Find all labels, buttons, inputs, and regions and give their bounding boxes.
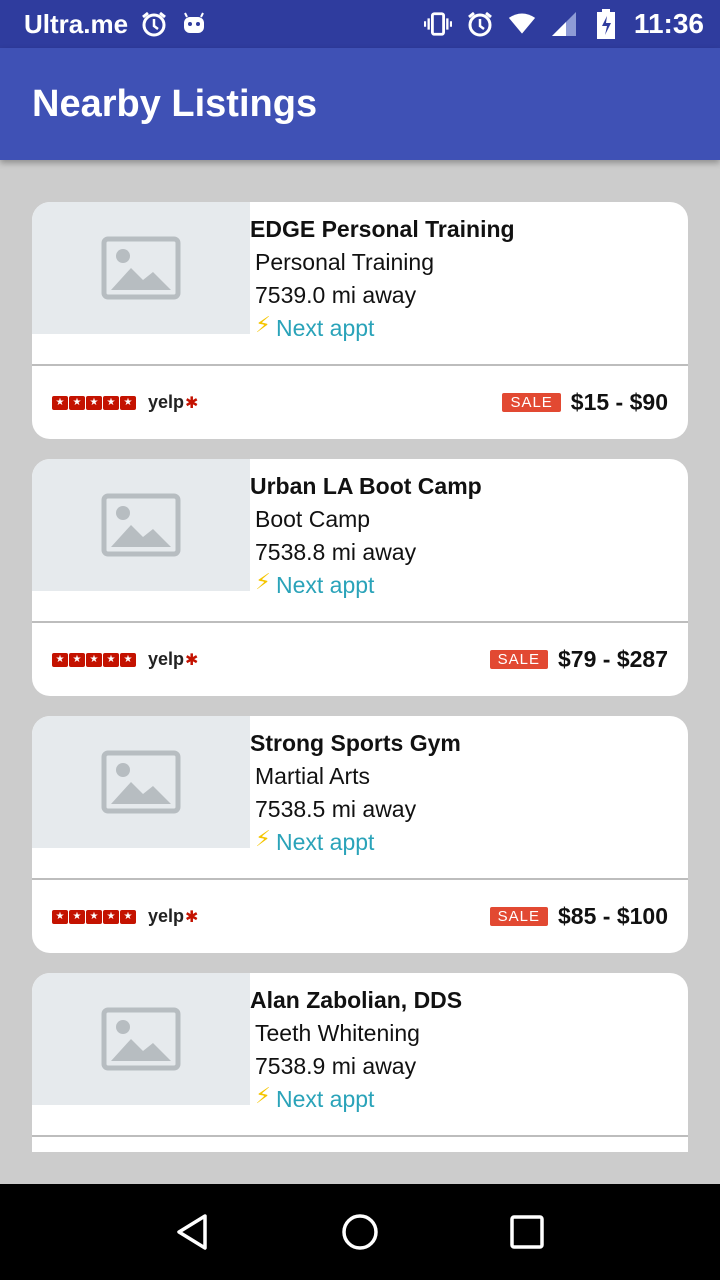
star-icon: ★ — [52, 652, 68, 667]
card-divider — [32, 1135, 688, 1137]
battery-charging-icon — [592, 9, 620, 39]
star-icon: ★ — [120, 395, 136, 410]
sale-badge: SALE — [502, 393, 561, 412]
listing-name: Alan Zabolian, DDS — [250, 987, 463, 1013]
sale-badge: SALE — [489, 650, 549, 669]
listing-category: Martial Arts — [255, 763, 371, 789]
listing-card-footer: ★ ★ ★ ★ ★ yelp ✱ SALE $79 - $287 — [32, 623, 688, 696]
lightning-icon: ⚡ — [255, 312, 271, 337]
yelp-logo: yelp ✱ — [148, 392, 199, 412]
listing-card[interactable]: Strong Sports Gym Martial Arts 7538.5 mi… — [32, 716, 688, 953]
star-icon: ★ — [69, 909, 85, 924]
listing-card[interactable]: Alan Zabolian, DDS Teeth Whitening 7538.… — [32, 973, 688, 1152]
next-appt-label: Next appt — [276, 315, 375, 341]
next-appt-link[interactable]: ⚡ Next appt — [250, 312, 680, 345]
listing-card-footer: ★ ★ ★ ★ ★ yelp ✱ SALE $15 - $90 — [32, 366, 688, 439]
yelp-logo: yelp ✱ — [148, 906, 199, 926]
star-icon: ★ — [103, 652, 119, 667]
image-placeholder-icon — [101, 750, 181, 814]
listings-list[interactable]: EDGE Personal Training Personal Training… — [32, 202, 688, 1152]
star-icon: ★ — [103, 909, 119, 924]
listing-card-header[interactable]: Urban LA Boot Camp Boot Camp 7538.8 mi a… — [32, 459, 688, 621]
star-rating: ★ ★ ★ ★ ★ — [52, 395, 136, 410]
star-icon: ★ — [103, 395, 119, 410]
star-icon: ★ — [86, 652, 102, 667]
wifi-icon — [508, 10, 536, 38]
vibrate-icon — [423, 10, 452, 38]
listing-name: Urban LA Boot Camp — [250, 473, 482, 499]
android-icon — [180, 10, 208, 38]
yelp-logo: yelp ✱ — [148, 649, 199, 669]
listing-thumbnail — [32, 202, 250, 334]
price-range: $85 - $100 — [558, 903, 668, 929]
signal-icon — [550, 10, 578, 38]
star-icon: ★ — [52, 909, 68, 924]
next-appt-link[interactable]: ⚡ Next appt — [250, 826, 680, 859]
listing-thumbnail — [32, 716, 250, 848]
listing-card[interactable]: EDGE Personal Training Personal Training… — [32, 202, 688, 439]
star-icon: ★ — [69, 395, 85, 410]
listing-distance: 7538.8 mi away — [255, 539, 417, 565]
image-placeholder-icon — [101, 1007, 181, 1071]
star-icon: ★ — [120, 909, 136, 924]
app-bar: Nearby Listings — [0, 48, 720, 160]
alarm-icon — [466, 10, 494, 38]
star-icon: ★ — [86, 909, 102, 924]
star-rating: ★ ★ ★ ★ ★ — [52, 909, 136, 924]
alarm-icon — [140, 10, 168, 38]
recents-icon[interactable] — [503, 1208, 551, 1256]
listing-card-footer: ★ ★ ★ ★ ★ yelp ✱ SALE $85 - $100 — [32, 880, 688, 953]
star-icon: ★ — [120, 652, 136, 667]
next-appt-label: Next appt — [276, 829, 375, 855]
next-appt-link[interactable]: ⚡ Next appt — [250, 569, 680, 602]
status-app-name: Ultra.me — [24, 8, 129, 39]
listing-thumbnail — [32, 459, 250, 591]
price-range: $15 - $90 — [570, 389, 668, 415]
lightning-icon: ⚡ — [255, 1083, 271, 1108]
listing-distance: 7539.0 mi away — [255, 282, 417, 308]
listing-category: Teeth Whitening — [255, 1020, 420, 1046]
next-appt-link[interactable]: ⚡ Next appt — [250, 1083, 680, 1116]
next-appt-label: Next appt — [276, 572, 375, 598]
next-appt-label: Next appt — [276, 1086, 375, 1112]
image-placeholder-icon — [101, 493, 181, 557]
home-icon[interactable] — [336, 1208, 384, 1256]
page-title: Nearby Listings — [32, 82, 318, 125]
listing-card[interactable]: Urban LA Boot Camp Boot Camp 7538.8 mi a… — [32, 459, 688, 696]
image-placeholder-icon — [101, 236, 181, 300]
status-bar: Ultra.me 11:36 — [0, 0, 720, 48]
listing-card-header[interactable]: EDGE Personal Training Personal Training… — [32, 202, 688, 364]
listing-card-header[interactable]: Alan Zabolian, DDS Teeth Whitening 7538.… — [32, 973, 688, 1135]
status-time: 11:36 — [633, 8, 704, 39]
listing-card-header[interactable]: Strong Sports Gym Martial Arts 7538.5 mi… — [32, 716, 688, 878]
lightning-icon: ⚡ — [255, 826, 271, 851]
star-icon: ★ — [69, 652, 85, 667]
sale-badge: SALE — [489, 907, 549, 926]
lightning-icon: ⚡ — [255, 569, 271, 594]
back-icon[interactable] — [169, 1208, 217, 1256]
listing-distance: 7538.5 mi away — [255, 796, 417, 822]
star-icon: ★ — [52, 395, 68, 410]
listing-distance: 7538.9 mi away — [255, 1053, 417, 1079]
system-nav-bar — [0, 1184, 720, 1280]
listing-category: Boot Camp — [255, 506, 371, 532]
listing-name: Strong Sports Gym — [250, 730, 461, 756]
star-rating: ★ ★ ★ ★ ★ — [52, 652, 136, 667]
listing-category: Personal Training — [255, 249, 434, 275]
star-icon: ★ — [86, 395, 102, 410]
price-range: $79 - $287 — [558, 646, 668, 672]
listing-name: EDGE Personal Training — [250, 216, 515, 242]
listing-thumbnail — [32, 973, 250, 1105]
